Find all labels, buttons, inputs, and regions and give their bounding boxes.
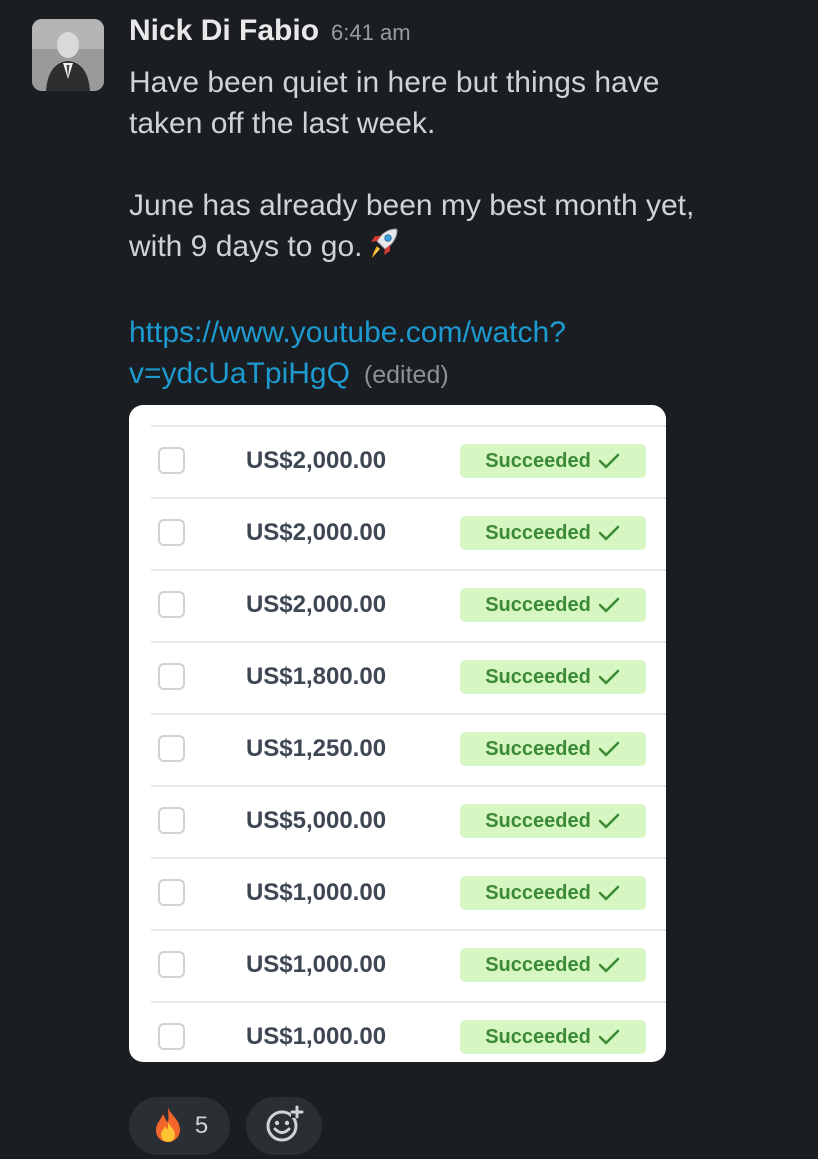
status-text: Succeeded	[485, 809, 591, 832]
check-icon	[598, 741, 620, 757]
check-icon	[598, 885, 620, 901]
table-row: US$1,250.00 Succeeded	[129, 713, 666, 785]
status-text: Succeeded	[485, 1025, 591, 1048]
timestamp[interactable]: 6:41 am	[331, 20, 411, 46]
avatar-image	[32, 19, 104, 91]
table-row: US$5,000.00 Succeeded	[129, 785, 666, 857]
fire-reaction-button[interactable]: 5	[129, 1097, 230, 1155]
status-badge: Succeeded	[460, 1020, 646, 1054]
table-row: US$1,000.00 Succeeded	[129, 929, 666, 1001]
check-icon	[598, 813, 620, 829]
payment-amount: US$5,000.00	[245, 807, 387, 834]
status-text: Succeeded	[485, 881, 591, 904]
status-badge: Succeeded	[460, 948, 646, 982]
reaction-count: 5	[194, 1112, 209, 1139]
table-row: US$1,000.00 Succeeded	[129, 1001, 666, 1062]
status-text: Succeeded	[485, 593, 591, 616]
link-line: v=ydcUaTpiHgQ (edited)	[129, 353, 789, 396]
check-icon	[598, 669, 620, 685]
table-row: US$1,000.00 Succeeded	[129, 857, 666, 929]
youtube-link-continued[interactable]: v=ydcUaTpiHgQ	[129, 357, 350, 390]
avatar[interactable]	[32, 19, 104, 91]
fire-icon	[151, 1105, 185, 1148]
add-reaction-icon	[264, 1104, 304, 1149]
author-name[interactable]: Nick Di Fabio	[129, 14, 319, 48]
payment-amount: US$1,000.00	[245, 879, 387, 906]
status-text: Succeeded	[485, 449, 591, 472]
status-text: Succeeded	[485, 953, 591, 976]
status-text: Succeeded	[485, 665, 591, 688]
youtube-link[interactable]: https://www.youtube.com/watch?	[129, 316, 566, 349]
check-icon	[598, 597, 620, 613]
message: Nick Di Fabio 6:41 am Have been quiet in…	[129, 14, 789, 396]
message-text-line: Have been quiet in here but things have	[129, 66, 660, 99]
check-icon	[598, 957, 620, 973]
reactions-bar: 5	[129, 1097, 322, 1155]
row-checkbox	[158, 591, 185, 618]
check-icon	[598, 525, 620, 541]
row-checkbox	[158, 879, 185, 906]
check-icon	[598, 1029, 620, 1045]
status-badge: Succeeded	[460, 876, 646, 910]
link-line: https://www.youtube.com/watch?	[129, 312, 789, 353]
payment-amount: US$2,000.00	[245, 447, 387, 474]
message-text: with 9 days to go.	[129, 230, 363, 263]
check-icon	[598, 453, 620, 469]
row-checkbox	[158, 1023, 185, 1050]
row-checkbox	[158, 663, 185, 690]
payment-amount: US$1,800.00	[245, 663, 387, 690]
status-badge: Succeeded	[460, 660, 646, 694]
status-badge: Succeeded	[460, 516, 646, 550]
table-row: US$1,800.00 Succeeded	[129, 641, 666, 713]
payment-amount: US$2,000.00	[245, 519, 387, 546]
add-reaction-button[interactable]	[246, 1097, 322, 1155]
status-text: Succeeded	[485, 521, 591, 544]
table-row: US$2,000.00 Succeeded	[129, 497, 666, 569]
status-text: Succeeded	[485, 737, 591, 760]
status-badge: Succeeded	[460, 588, 646, 622]
edited-label: (edited)	[363, 361, 449, 389]
table-row: US$2,000.00 Succeeded	[129, 425, 666, 497]
payment-amount: US$1,000.00	[245, 951, 387, 978]
table-row: US$2,000.00 Succeeded	[129, 569, 666, 641]
rocket-icon	[366, 226, 400, 271]
row-checkbox	[158, 735, 185, 762]
row-checkbox	[158, 519, 185, 546]
payments-screenshot[interactable]: US$2,000.00 Succeeded US$2,000.00 Succee…	[129, 405, 666, 1062]
payment-amount: US$1,000.00	[245, 1023, 387, 1050]
message-text-line: taken off the last week.	[129, 107, 436, 140]
row-checkbox	[158, 807, 185, 834]
status-badge: Succeeded	[460, 804, 646, 838]
message-text-line-with-emoji: with 9 days to go.	[129, 226, 789, 271]
payment-amount: US$2,000.00	[245, 591, 387, 618]
status-badge: Succeeded	[460, 444, 646, 478]
payment-amount: US$1,250.00	[245, 735, 387, 762]
message-text-line: June has already been my best month yet,	[129, 189, 695, 222]
status-badge: Succeeded	[460, 732, 646, 766]
message-header: Nick Di Fabio 6:41 am	[129, 14, 789, 62]
row-checkbox	[158, 447, 185, 474]
row-checkbox	[158, 951, 185, 978]
